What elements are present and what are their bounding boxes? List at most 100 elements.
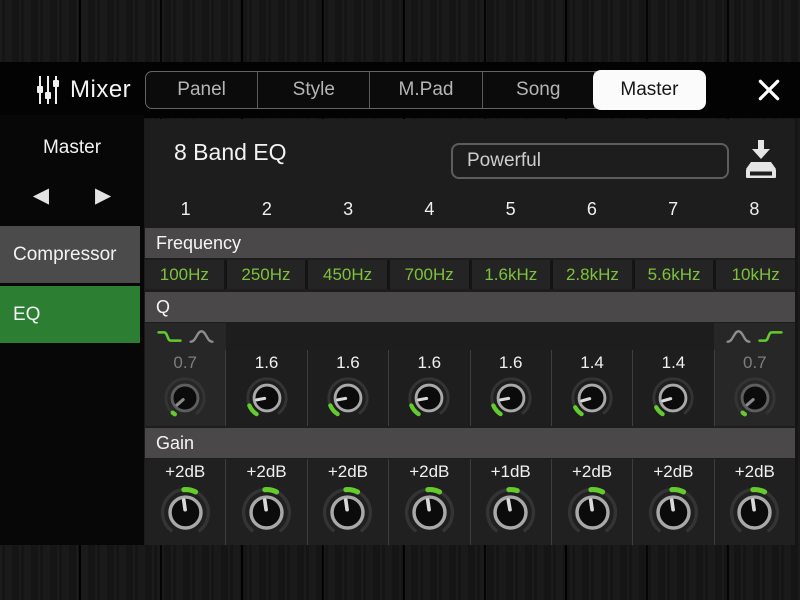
peak-icon[interactable] <box>189 329 214 344</box>
save-to-disk-icon <box>741 137 781 183</box>
band-number: 2 <box>226 193 307 226</box>
gain-knob-cell[interactable]: +2dB <box>632 459 713 545</box>
band-number: 8 <box>714 193 795 226</box>
gain-knob[interactable] <box>239 485 294 540</box>
band-number: 6 <box>551 193 632 226</box>
gain-value: +2dB <box>165 460 205 484</box>
q-knob[interactable] <box>162 375 208 421</box>
q-knob-cell[interactable]: 1.4 <box>632 350 713 426</box>
gain-knob[interactable] <box>646 485 701 540</box>
band-number-row: 1 2 3 4 5 6 7 8 <box>145 193 795 226</box>
band-number: 5 <box>470 193 551 226</box>
page-title: Mixer <box>70 62 131 118</box>
prev-part-button[interactable]: ◀ <box>33 185 49 206</box>
q-value: 1.6 <box>499 351 523 375</box>
gain-value: +2dB <box>246 460 286 484</box>
gain-value: +2dB <box>653 460 693 484</box>
gain-knob-cell[interactable]: +2dB <box>388 459 469 545</box>
next-part-button[interactable]: ▶ <box>95 185 111 206</box>
band-number: 3 <box>308 193 389 226</box>
close-x-icon <box>756 77 782 103</box>
sidebar-item-compressor[interactable]: Compressor <box>0 226 140 283</box>
q-value: 1.4 <box>580 351 604 375</box>
q-knob[interactable] <box>732 375 778 421</box>
q-knob-row: 0.7 1.6 1.6 1.6 1.6 1.4 1.4 0.7 <box>145 350 795 426</box>
q-section-header: Q <box>145 292 795 322</box>
q-knob-cell[interactable]: 1.6 <box>225 350 306 426</box>
q-knob[interactable] <box>488 375 534 421</box>
q-knob-cell[interactable]: 0.7 <box>714 350 795 426</box>
band-number: 4 <box>389 193 470 226</box>
gain-value: +2dB <box>409 460 449 484</box>
frequency-value[interactable]: 5.6kHz <box>635 260 714 289</box>
q-knob-cell[interactable]: 1.6 <box>388 350 469 426</box>
q-knob[interactable] <box>406 375 452 421</box>
frequency-value-row: 100Hz 250Hz 450Hz 700Hz 1.6kHz 2.8kHz 5.… <box>145 260 795 289</box>
gain-section-header: Gain <box>145 428 795 458</box>
preset-name-field[interactable]: Powerful <box>451 143 729 179</box>
gain-knob[interactable] <box>320 485 375 540</box>
tab-song[interactable]: Song <box>483 72 595 108</box>
q-value: 1.4 <box>662 351 686 375</box>
frequency-value[interactable]: 250Hz <box>227 260 306 289</box>
q-value: 1.6 <box>255 351 279 375</box>
gain-knob-row: +2dB +2dB +2dB +2dB +1dB +2dB +2dB +2dB <box>145 459 795 545</box>
close-button[interactable] <box>754 75 784 105</box>
gain-knob[interactable] <box>158 485 213 540</box>
gain-knob-cell[interactable]: +2dB <box>714 459 795 545</box>
q-knob-cell[interactable]: 0.7 <box>145 350 225 426</box>
eq-title: 8 Band EQ <box>174 139 287 166</box>
gain-knob[interactable] <box>565 485 620 540</box>
high-shelf-icon[interactable] <box>758 329 783 344</box>
save-button[interactable] <box>739 135 783 185</box>
mixer-sliders-icon <box>36 75 60 105</box>
q-value: 0.7 <box>743 351 767 375</box>
gain-knob[interactable] <box>402 485 457 540</box>
q-knob[interactable] <box>569 375 615 421</box>
low-shelf-icon[interactable] <box>157 329 182 344</box>
frequency-value[interactable]: 100Hz <box>145 260 224 289</box>
gain-value: +2dB <box>328 460 368 484</box>
frequency-section-header: Frequency <box>145 228 795 258</box>
title-bar: Mixer Panel Style M.Pad Song Master <box>0 62 800 118</box>
gain-knob-cell[interactable]: +2dB <box>225 459 306 545</box>
tab-style[interactable]: Style <box>258 72 370 108</box>
frequency-value[interactable]: 10kHz <box>716 260 795 289</box>
frequency-value[interactable]: 700Hz <box>390 260 469 289</box>
part-selector-label: Master <box>0 115 144 159</box>
q-knob[interactable] <box>650 375 696 421</box>
q-knob[interactable] <box>325 375 371 421</box>
tab-panel[interactable]: Panel <box>146 72 258 108</box>
tab-master[interactable]: Master <box>594 71 705 109</box>
band8-filter-type-cell <box>714 323 795 350</box>
eq-panel: 8 Band EQ Powerful 1 2 3 4 5 6 7 8 Frequ… <box>145 119 795 545</box>
gain-knob-cell[interactable]: +1dB <box>470 459 551 545</box>
sidebar: Master ◀ ▶ Compressor EQ <box>0 115 144 545</box>
frequency-value[interactable]: 1.6kHz <box>472 260 551 289</box>
gain-knob[interactable] <box>727 485 782 540</box>
q-knob-cell[interactable]: 1.6 <box>307 350 388 426</box>
gain-knob-cell[interactable]: +2dB <box>307 459 388 545</box>
band1-filter-type-cell <box>145 323 226 350</box>
gain-knob-cell[interactable]: +2dB <box>145 459 225 545</box>
gain-value: +2dB <box>572 460 612 484</box>
gain-knob-cell[interactable]: +2dB <box>551 459 632 545</box>
sidebar-item-eq[interactable]: EQ <box>0 286 140 343</box>
q-value: 1.6 <box>417 351 441 375</box>
q-type-row <box>145 323 795 350</box>
q-value: 1.6 <box>336 351 360 375</box>
peak-icon[interactable] <box>726 329 751 344</box>
frequency-value[interactable]: 2.8kHz <box>553 260 632 289</box>
mixer-part-tabs: Panel Style M.Pad Song Master <box>145 71 705 109</box>
gain-value: +1dB <box>491 460 531 484</box>
tab-mpad[interactable]: M.Pad <box>370 72 482 108</box>
q-knob[interactable] <box>244 375 290 421</box>
gain-knob[interactable] <box>483 485 538 540</box>
q-knob-cell[interactable]: 1.6 <box>470 350 551 426</box>
mixer-screen: Mixer Panel Style M.Pad Song Master Mast… <box>0 0 800 600</box>
band-number: 1 <box>145 193 226 226</box>
q-knob-cell[interactable]: 1.4 <box>551 350 632 426</box>
frequency-value[interactable]: 450Hz <box>308 260 387 289</box>
band-number: 7 <box>633 193 714 226</box>
q-value: 0.7 <box>173 351 197 375</box>
